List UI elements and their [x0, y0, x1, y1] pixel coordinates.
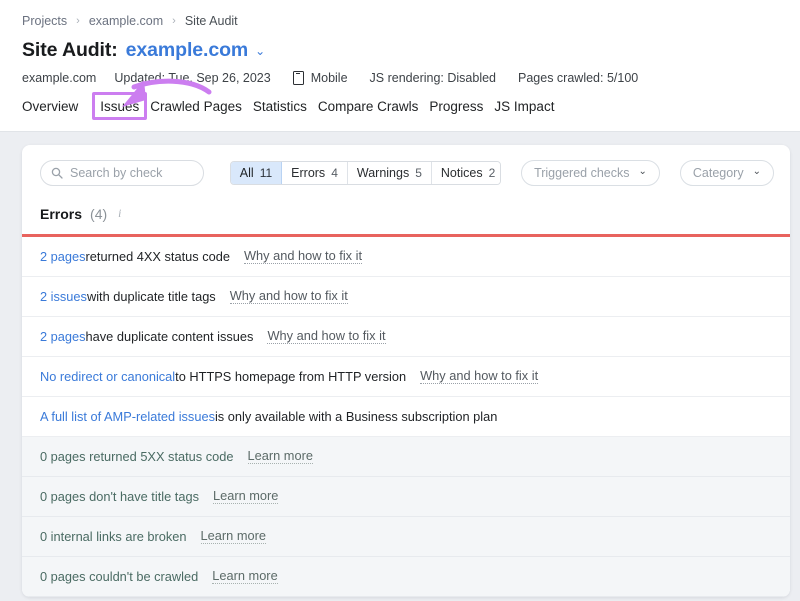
- issue-action-link[interactable]: Learn more: [212, 569, 278, 584]
- triggered-checks-label: Triggered checks: [534, 166, 630, 180]
- issues-list: 2 pages returned 4XX status code Why and…: [22, 237, 790, 597]
- meta-device: Mobile: [292, 71, 348, 85]
- issue-text: with duplicate title tags: [86, 289, 216, 304]
- table-row[interactable]: 0 internal links are broken Learn more: [22, 517, 790, 557]
- table-row[interactable]: 0 pages couldn't be crawled Learn more: [22, 557, 790, 597]
- issue-action-link[interactable]: Learn more: [200, 529, 266, 544]
- issue-link[interactable]: 0 pages couldn't be crawled: [40, 569, 198, 584]
- filter-warnings-count: 5: [415, 166, 422, 180]
- issue-link[interactable]: No redirect or canonical: [40, 369, 175, 384]
- filter-errors-count: 4: [331, 166, 338, 180]
- breadcrumb-item-projects[interactable]: Projects: [22, 14, 67, 28]
- filter-all-count: 11: [259, 166, 273, 180]
- issue-action-link[interactable]: Why and how to fix it: [267, 329, 386, 344]
- filter-errors[interactable]: Errors 4: [282, 162, 348, 184]
- page-title: Site Audit: example.com ⌄: [0, 30, 800, 62]
- breadcrumb-separator-icon: ›: [172, 14, 176, 27]
- tab-statistics[interactable]: Statistics: [253, 97, 318, 117]
- filter-errors-label: Errors: [291, 166, 326, 180]
- issue-text: to HTTPS homepage from HTTP version: [175, 369, 407, 384]
- triggered-checks-dropdown[interactable]: Triggered checks ⌄: [521, 160, 660, 186]
- meta-domain: example.com: [22, 71, 97, 85]
- tab-compare-crawls[interactable]: Compare Crawls: [318, 97, 430, 117]
- category-label: Category: [692, 166, 744, 180]
- info-icon[interactable]: i: [118, 208, 121, 220]
- issue-link[interactable]: 0 internal links are broken: [40, 529, 187, 544]
- breadcrumb-separator-icon: ›: [76, 14, 80, 27]
- issue-link[interactable]: 2 pages: [40, 329, 86, 344]
- issue-link[interactable]: A full list of AMP-related issues: [40, 409, 215, 424]
- errors-section-header: Errors (4) i: [22, 200, 790, 234]
- table-row[interactable]: 0 pages returned 5XX status code Learn m…: [22, 437, 790, 477]
- issue-text: returned 4XX status code: [85, 249, 230, 264]
- breadcrumb: Projects › example.com › Site Audit: [0, 12, 800, 30]
- table-row[interactable]: 0 pages don't have title tags Learn more: [22, 477, 790, 517]
- issue-text: is only available with a Business subscr…: [214, 409, 498, 424]
- meta-updated: Updated: Tue, Sep 26, 2023: [114, 71, 271, 85]
- tab-overview[interactable]: Overview: [22, 97, 89, 117]
- tab-bar: Overview Issues Crawled Pages Statistics…: [0, 82, 800, 120]
- category-dropdown[interactable]: Category ⌄: [679, 160, 774, 186]
- table-row[interactable]: 2 pages have duplicate content issues Wh…: [22, 317, 790, 357]
- issue-action-link[interactable]: Why and how to fix it: [243, 249, 363, 264]
- issue-action-link[interactable]: Why and how to fix it: [420, 369, 539, 384]
- meta-js-rendering: JS rendering: Disabled: [369, 71, 497, 85]
- table-row[interactable]: No redirect or canonical to HTTPS homepa…: [22, 357, 790, 397]
- issue-text: have duplicate content issues: [85, 329, 254, 344]
- breadcrumb-item-example-com[interactable]: example.com: [89, 14, 163, 28]
- filter-warnings[interactable]: Warnings 5: [347, 162, 432, 184]
- search-input[interactable]: Search by check: [40, 160, 204, 186]
- tab-progress[interactable]: Progress: [429, 97, 494, 117]
- table-row[interactable]: 2 pages returned 4XX status code Why and…: [22, 237, 790, 277]
- chevron-down-icon: ⌄: [752, 166, 761, 177]
- meta-pages-crawled: Pages crawled: 5/100: [518, 71, 639, 85]
- filter-notices[interactable]: Notices 2: [431, 162, 501, 184]
- issue-action-link[interactable]: Learn more: [247, 449, 313, 464]
- errors-section-title: Errors: [40, 206, 83, 222]
- tab-crawled-pages[interactable]: Crawled Pages: [150, 97, 253, 117]
- table-row[interactable]: 2 issues with duplicate title tags Why a…: [22, 277, 790, 317]
- meta-device-label: Mobile: [310, 71, 348, 85]
- page-title-static: Site Audit:: [22, 38, 118, 61]
- tab-js-impact[interactable]: JS Impact: [494, 97, 565, 117]
- tab-issues[interactable]: Issues: [92, 92, 148, 120]
- filter-all[interactable]: All 11: [230, 162, 283, 184]
- issue-link[interactable]: 2 pages: [40, 249, 86, 264]
- filter-bar: Search by check All 11 Errors 4 Warnings…: [22, 145, 790, 200]
- breadcrumb-item-site-audit: Site Audit: [184, 14, 238, 28]
- mobile-icon: [292, 71, 304, 85]
- issue-action-link[interactable]: Why and how to fix it: [229, 289, 348, 304]
- issues-card: Search by check All 11 Errors 4 Warnings…: [22, 145, 790, 597]
- page-header: Projects › example.com › Site Audit Site…: [0, 0, 800, 132]
- filter-notices-label: Notices: [440, 166, 483, 180]
- filter-notices-count: 2: [488, 166, 496, 180]
- chevron-down-icon: ⌄: [638, 166, 647, 177]
- issue-link[interactable]: 0 pages returned 5XX status code: [40, 449, 234, 464]
- chevron-down-icon[interactable]: ⌄: [255, 45, 265, 57]
- issue-link[interactable]: 2 issues: [40, 289, 87, 304]
- tab-issues-label: Issues: [100, 99, 140, 114]
- search-placeholder: Search by check: [70, 166, 163, 180]
- filter-all-label: All: [239, 166, 254, 180]
- search-icon: [51, 167, 63, 179]
- filter-warnings-label: Warnings: [356, 166, 410, 180]
- issue-link[interactable]: 0 pages don't have title tags: [40, 489, 199, 504]
- project-domain-selector[interactable]: example.com: [126, 39, 249, 62]
- errors-section-count: (4): [90, 206, 108, 222]
- project-meta-row: example.com Updated: Tue, Sep 26, 2023 M…: [0, 60, 800, 85]
- issue-action-link[interactable]: Learn more: [212, 489, 279, 504]
- issue-type-filter-group: All 11 Errors 4 Warnings 5 Notices 2: [229, 161, 502, 185]
- table-row[interactable]: A full list of AMP-related issues is onl…: [22, 397, 790, 437]
